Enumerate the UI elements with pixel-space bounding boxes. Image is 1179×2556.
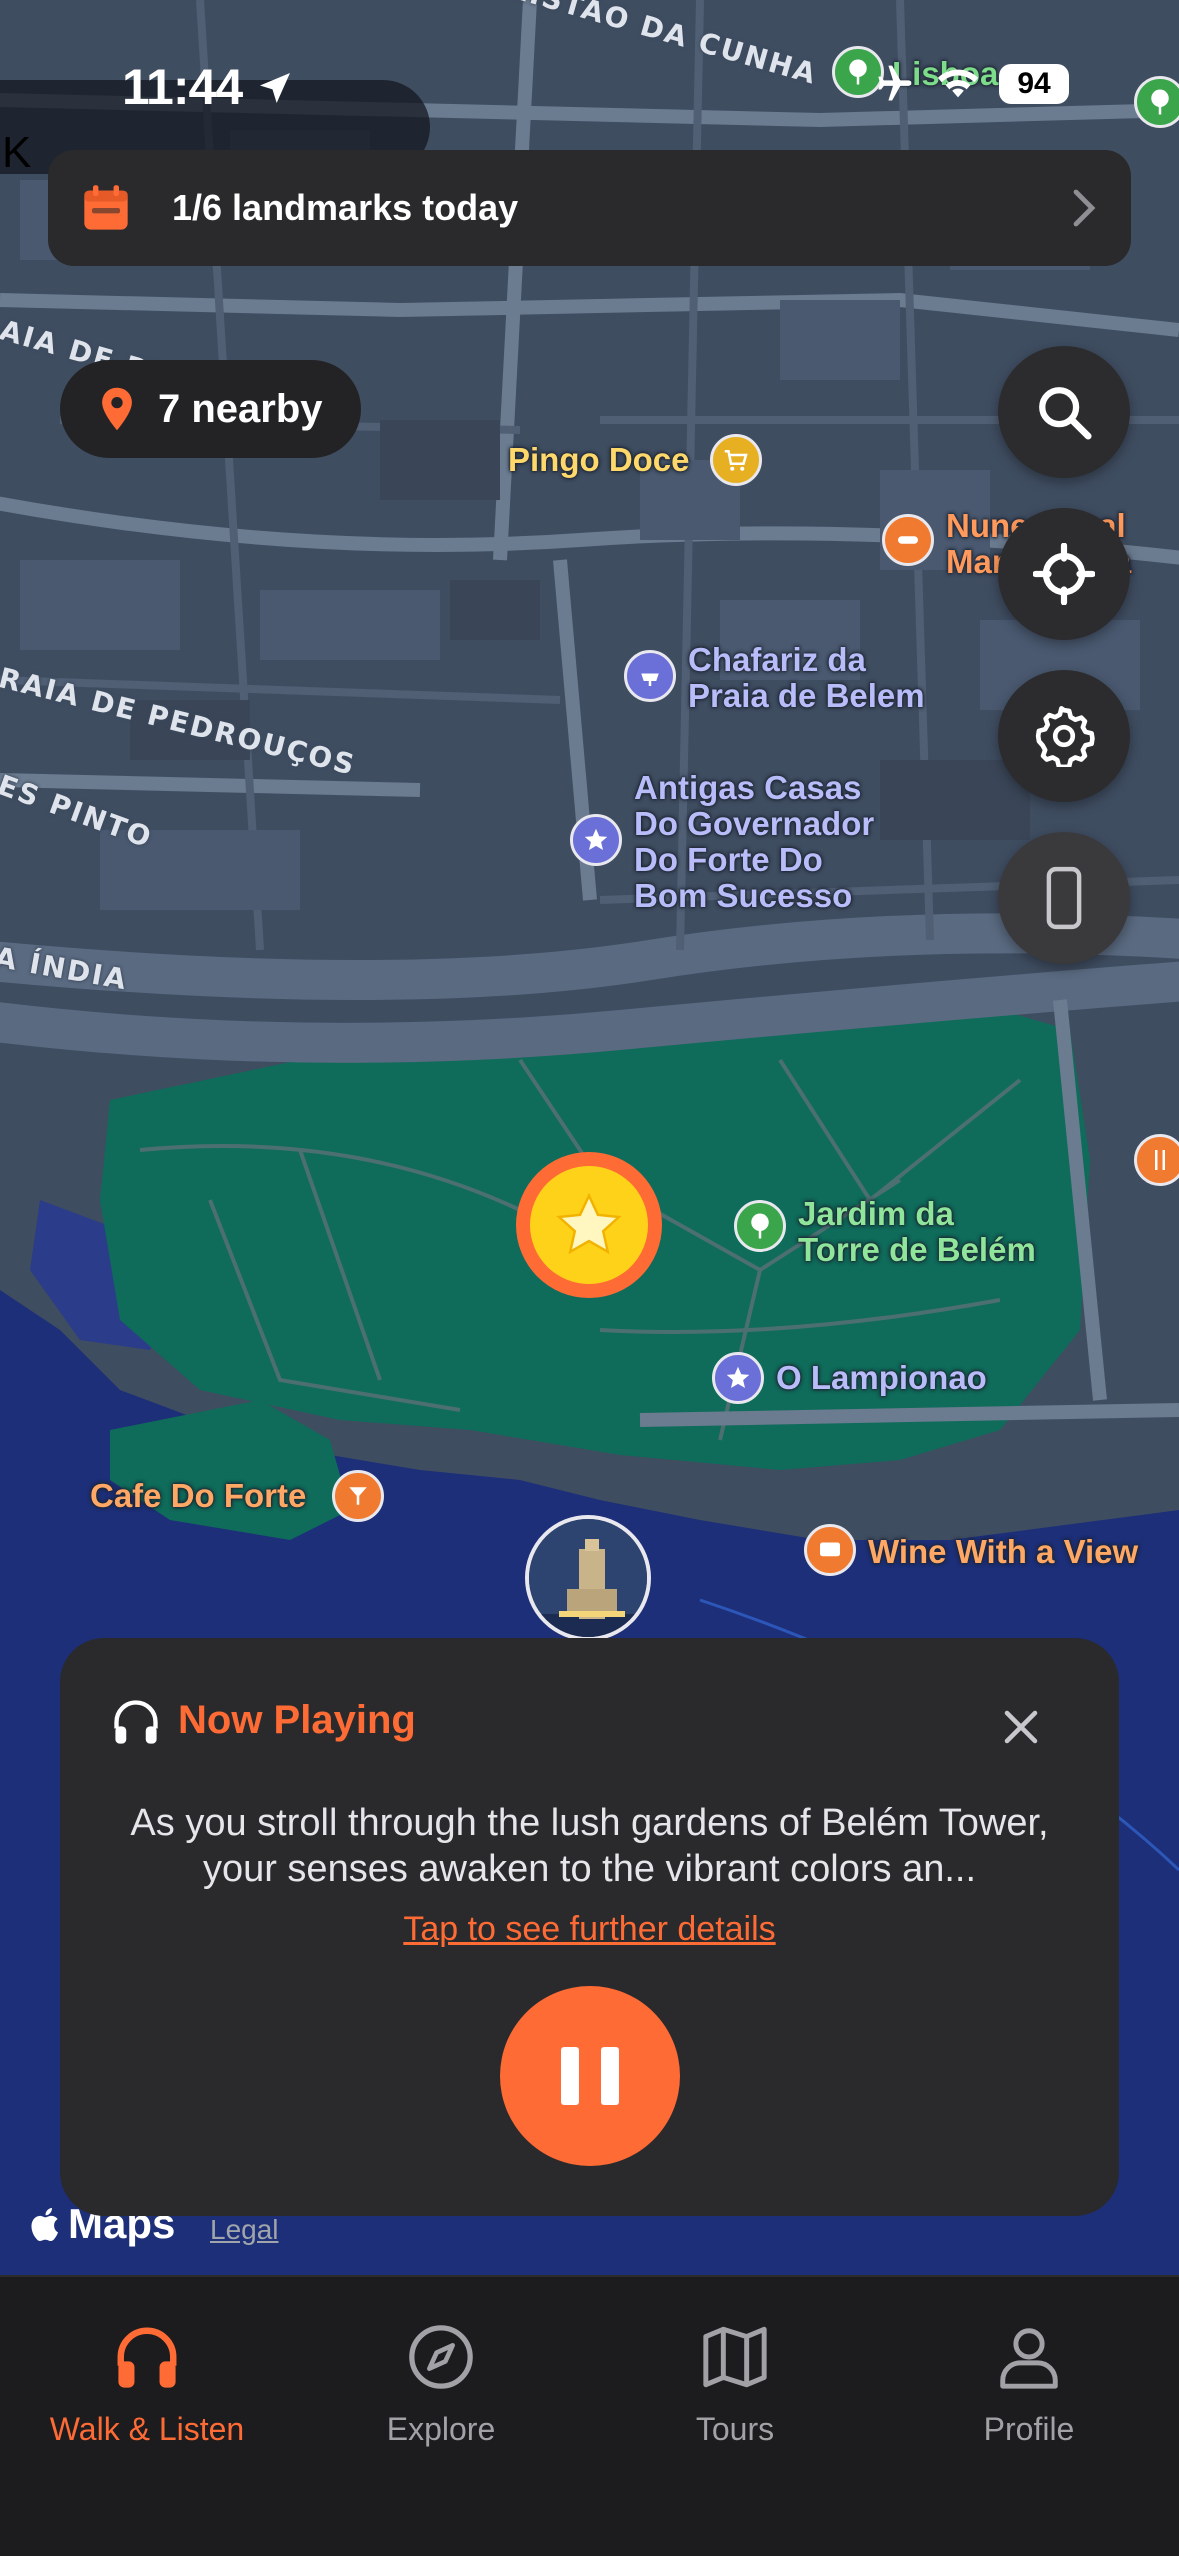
poi-label[interactable]: O Lampionao bbox=[776, 1360, 987, 1396]
device-button[interactable] bbox=[998, 832, 1130, 964]
pause-icon bbox=[601, 2047, 619, 2105]
gear-icon bbox=[1035, 706, 1095, 767]
headphones-icon bbox=[114, 1700, 158, 1744]
person-icon bbox=[1000, 2328, 1058, 2389]
legal-link[interactable]: Legal bbox=[210, 2214, 279, 2246]
airplane-icon bbox=[878, 65, 912, 101]
tower-photo-marker[interactable] bbox=[525, 1515, 651, 1641]
locate-icon bbox=[1033, 543, 1095, 605]
cocktail-icon[interactable] bbox=[332, 1470, 384, 1522]
pause-icon bbox=[561, 2047, 579, 2105]
poi-label[interactable]: Cafe Do Forte bbox=[90, 1478, 306, 1514]
time-label: 11:44 bbox=[122, 59, 243, 115]
map-pin-icon bbox=[102, 387, 132, 431]
poi-label[interactable]: Wine With a View bbox=[868, 1534, 1138, 1570]
nearby-count-button[interactable]: 7 nearby bbox=[60, 360, 361, 458]
tree-icon[interactable] bbox=[734, 1200, 786, 1252]
fountain-icon[interactable] bbox=[624, 650, 676, 702]
settings-button[interactable] bbox=[998, 670, 1130, 802]
search-icon bbox=[1039, 387, 1092, 440]
locate-me-button[interactable] bbox=[998, 508, 1130, 640]
now-playing-title: Now Playing bbox=[178, 1698, 416, 1742]
status-time: 11:44 bbox=[122, 58, 295, 116]
poi-label[interactable]: Chafariz da Praia de Belem bbox=[688, 642, 925, 714]
headphones-icon bbox=[117, 2327, 177, 2388]
tree-icon[interactable] bbox=[1134, 76, 1179, 128]
nearby-count-label: 7 nearby bbox=[158, 386, 323, 431]
close-player-button[interactable] bbox=[1000, 1706, 1042, 1756]
now-playing-card[interactable]: Now Playing As you stroll through the lu… bbox=[60, 1638, 1119, 2216]
tab-label: Tours bbox=[695, 2411, 775, 2447]
landmark-star-icon[interactable] bbox=[712, 1352, 764, 1404]
landmarks-progress-banner[interactable]: 1/6 landmarks today bbox=[48, 150, 1131, 266]
bus-icon[interactable] bbox=[804, 1524, 856, 1576]
details-link[interactable]: Tap to see further details bbox=[60, 1910, 1119, 1949]
wifi-icon bbox=[937, 69, 979, 98]
tab-walk-listen[interactable]: Walk & Listen bbox=[0, 2322, 294, 2448]
partial-label: K bbox=[2, 128, 32, 177]
landmark-marker[interactable] bbox=[516, 1152, 662, 1298]
search-button[interactable] bbox=[998, 346, 1130, 478]
calendar-icon bbox=[84, 185, 128, 230]
cart-icon[interactable] bbox=[710, 434, 762, 486]
tab-tours[interactable]: Tours bbox=[588, 2322, 882, 2448]
poi-label[interactable]: Antigas Casas Do Governador Do Forte Do … bbox=[634, 770, 874, 914]
landmarks-progress-label: 1/6 landmarks today bbox=[172, 187, 519, 228]
restaurant-icon[interactable] bbox=[1134, 1134, 1179, 1186]
poi-label[interactable]: Pingo Doce bbox=[508, 442, 690, 478]
tab-label: Profile bbox=[983, 2411, 1075, 2447]
map-icon bbox=[703, 2326, 767, 2388]
battery-indicator: 94 bbox=[999, 64, 1069, 104]
tab-label: Explore bbox=[386, 2411, 496, 2447]
close-icon bbox=[1004, 1710, 1038, 1744]
apple-logo-icon bbox=[31, 2207, 59, 2242]
status-indicators: 94 bbox=[869, 62, 1069, 106]
location-arrow-icon bbox=[260, 73, 291, 103]
pause-button[interactable] bbox=[500, 1986, 680, 2166]
landmark-star-icon[interactable] bbox=[570, 814, 622, 866]
poi-label[interactable]: Jardim da Torre de Belém bbox=[798, 1196, 1036, 1268]
tab-explore[interactable]: Explore bbox=[294, 2322, 588, 2448]
tab-profile[interactable]: Profile bbox=[882, 2322, 1176, 2448]
phone-icon bbox=[1046, 866, 1082, 930]
chevron-right-icon bbox=[1073, 189, 1096, 227]
tab-label: Walk & Listen bbox=[49, 2411, 245, 2447]
restaurant-icon[interactable] bbox=[882, 514, 934, 566]
star-icon bbox=[556, 1192, 622, 1255]
compass-icon bbox=[409, 2325, 473, 2389]
now-playing-description: As you stroll through the lush gardens o… bbox=[130, 1802, 1049, 1890]
tab-bar: Walk & Listen Explore Tours Profile bbox=[0, 2275, 1179, 2556]
